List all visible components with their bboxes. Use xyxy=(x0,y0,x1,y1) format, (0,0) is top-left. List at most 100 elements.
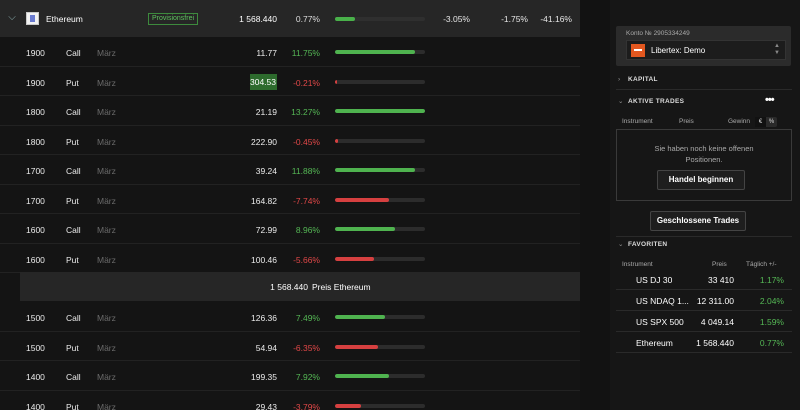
change-bar-fill xyxy=(335,79,337,84)
change-bar-fill xyxy=(335,374,389,378)
col-gain: Gewinn xyxy=(728,118,751,125)
fav-col-daily: Täglich +/- xyxy=(746,261,777,268)
separator-value: 1 568.440 xyxy=(270,282,308,292)
option-row[interactable]: 1700 Put März 164.82 -7.74% xyxy=(0,185,580,214)
toggle-percent[interactable]: % xyxy=(766,117,777,127)
updown-arrows-icon: ▲ ▼ xyxy=(774,43,780,56)
divider xyxy=(616,89,792,90)
favorite-price: 33 410 xyxy=(708,275,734,285)
favorite-item[interactable]: US NDAQ 1... 12 311.00 2.04% xyxy=(616,290,792,311)
account-box: Konto № 2905334249 Libertex: Demo ▲ ▼ xyxy=(616,26,791,66)
change-bar xyxy=(335,138,425,143)
favorite-name: US DJ 30 xyxy=(636,275,673,285)
underlying-change: 0.77% xyxy=(295,14,320,24)
option-change: 11.75% xyxy=(291,48,320,58)
underlying-name: Ethereum xyxy=(46,14,83,24)
account-number: Konto № 2905334249 xyxy=(626,30,690,37)
change-bar xyxy=(335,374,425,378)
option-change: 13.27% xyxy=(291,107,320,117)
option-row[interactable]: 1800 Put März 222.90 -0.45% xyxy=(0,126,580,155)
fav-col-instrument: Instrument xyxy=(622,261,653,268)
change-bar-fill xyxy=(335,197,389,202)
no-positions-box: Sie haben noch keine offenen Positionen.… xyxy=(616,129,792,201)
expiry-month: März xyxy=(97,77,116,88)
change-bar-fill xyxy=(335,109,425,113)
option-change: 11.88% xyxy=(291,166,320,176)
option-change: -0.21% xyxy=(293,77,320,88)
option-change: -6.35% xyxy=(293,342,320,353)
option-row[interactable]: 1400 Put März 29.43 -3.79% xyxy=(0,391,580,410)
favorite-price: 4 049.14 xyxy=(700,317,734,327)
favorite-change: 2.04% xyxy=(759,296,784,306)
option-change: 8.96% xyxy=(295,225,320,235)
option-type: Call xyxy=(66,48,81,58)
favorite-item[interactable]: US SPX 500 4 049.14 1.59% xyxy=(616,311,792,332)
kapital-section-toggle[interactable]: › KAPITAL xyxy=(618,76,658,83)
ethereum-logo-icon xyxy=(26,12,39,25)
favorites-section-toggle[interactable]: ⌄ FAVORITEN xyxy=(618,240,667,248)
more-options-icon[interactable]: ••• xyxy=(765,94,775,106)
option-row[interactable]: 1500 Call März 126.36 7.49% xyxy=(0,302,580,332)
change-bar-fill xyxy=(335,168,416,172)
option-type: Call xyxy=(66,372,81,382)
option-row[interactable]: 1900 Put März 304.53 -0.21% xyxy=(0,67,580,96)
favorite-name: Ethereum xyxy=(636,338,673,348)
option-row[interactable]: 1900 Call März 11.77 11.75% xyxy=(0,37,580,67)
option-row[interactable]: 1500 Put März 54.94 -6.35% xyxy=(0,332,580,361)
closed-trades-button[interactable]: Geschlossene Trades xyxy=(650,211,746,231)
strike-price: 1500 xyxy=(26,313,45,323)
option-row[interactable]: 1600 Call März 72.99 8.96% xyxy=(0,214,580,244)
strike-price: 1800 xyxy=(26,107,45,117)
chevron-down-icon: ⌄ xyxy=(618,98,624,105)
expiry-month: März xyxy=(97,313,116,323)
option-change: -0.45% xyxy=(293,136,320,147)
strike-price: 1700 xyxy=(26,195,45,206)
right-panel: Konto № 2905334249 Libertex: Demo ▲ ▼ › KA… xyxy=(610,0,800,410)
strike-price: 1900 xyxy=(26,48,45,58)
start-trading-button[interactable]: Handel beginnen xyxy=(657,170,745,190)
strike-price: 1500 xyxy=(26,342,45,353)
change-bar xyxy=(335,109,425,113)
change-bar xyxy=(335,168,425,172)
strike-price: 1700 xyxy=(26,166,45,176)
libertex-logo-icon xyxy=(631,44,645,57)
toggle-currency[interactable]: € xyxy=(755,117,766,127)
expiry-month: März xyxy=(97,107,116,117)
account-select[interactable]: Libertex: Demo ▲ ▼ xyxy=(626,40,786,60)
favorite-item[interactable]: US DJ 30 33 410 1.17% xyxy=(616,269,792,290)
currency-percent-toggle[interactable]: €% xyxy=(755,117,777,127)
account-name: Libertex: Demo xyxy=(651,46,706,55)
option-type: Call xyxy=(66,166,81,176)
divider xyxy=(616,236,792,237)
change-bar xyxy=(335,403,425,408)
option-row[interactable]: 1600 Put März 100.46 -5.66% xyxy=(0,244,580,273)
option-change: -7.74% xyxy=(293,195,320,206)
expiry-month: März xyxy=(97,48,116,58)
option-row[interactable]: 1700 Call März 39.24 11.88% xyxy=(0,155,580,185)
strike-price: 1400 xyxy=(26,401,45,410)
option-change: 7.92% xyxy=(295,372,320,382)
favorite-change: 1.59% xyxy=(759,317,784,327)
option-type: Put xyxy=(66,77,79,88)
option-type: Put xyxy=(66,401,79,410)
active-trades-section-toggle[interactable]: ⌄ AKTIVE TRADES xyxy=(618,97,684,105)
favorite-price: 12 311.00 xyxy=(696,296,734,306)
favorite-item[interactable]: Ethereum 1 568.440 0.77% xyxy=(616,332,792,353)
favorite-change: 0.77% xyxy=(759,338,784,348)
chevron-down-icon[interactable]: ⌵ xyxy=(6,12,18,24)
change-bar-fill xyxy=(335,344,379,349)
underlying-row[interactable]: ⌵ Ethereum Provisionsfrei 1 568.440 0.77… xyxy=(0,0,580,37)
change-bar-fill xyxy=(335,256,374,261)
col-price: Preis xyxy=(679,118,694,125)
expiry-month: März xyxy=(97,372,116,382)
option-row[interactable]: 1800 Call März 21.19 13.27% xyxy=(0,96,580,126)
strike-price: 1900 xyxy=(26,77,45,88)
commission-free-badge: Provisionsfrei xyxy=(148,13,199,25)
expiry-month: März xyxy=(97,136,116,147)
expiry-month: März xyxy=(97,401,116,410)
option-type: Put xyxy=(66,254,79,265)
option-row[interactable]: 1400 Call März 199.35 7.92% xyxy=(0,361,580,391)
option-type: Put xyxy=(66,195,79,206)
options-table: ⌵ Ethereum Provisionsfrei 1 568.440 0.77… xyxy=(0,0,580,410)
option-type: Call xyxy=(66,225,81,235)
